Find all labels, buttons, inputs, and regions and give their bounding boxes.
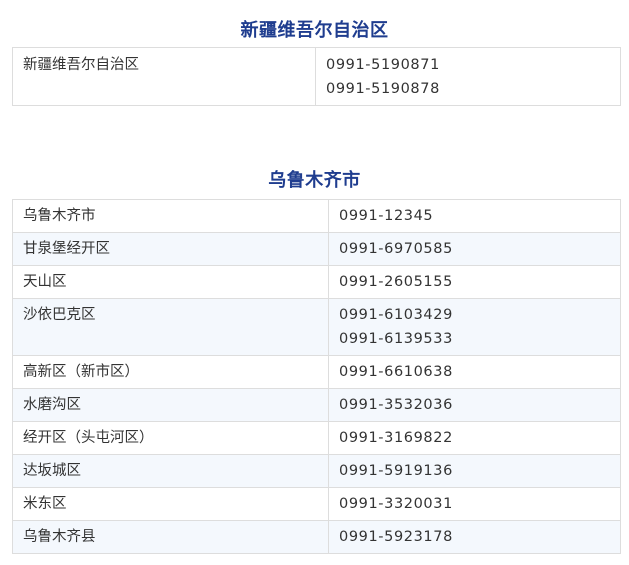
table-row: 达坂城区 0991-5919136 — [12, 454, 621, 488]
phone-number: 0991-5190871 — [326, 57, 440, 73]
phone-number: 0991-5190878 — [326, 81, 440, 97]
district-name-cell: 甘泉堡经开区 — [12, 232, 329, 266]
district-name-cell: 乌鲁木齐县 — [12, 520, 329, 554]
district-name-cell: 高新区（新市区） — [12, 355, 329, 389]
phone-cell: 0991-5190871 0991-5190878 — [315, 47, 621, 106]
phone-cell: 0991-5923178 — [328, 520, 621, 554]
table-row: 水磨沟区 0991-3532036 — [12, 388, 621, 422]
phone-cell: 0991-6970585 — [328, 232, 621, 266]
district-name-cell: 水磨沟区 — [12, 388, 329, 422]
contact-table-urumqi: 乌鲁木齐市 0991-12345 甘泉堡经开区 0991-6970585 天山区… — [12, 199, 621, 554]
phone-cell: 0991-12345 — [328, 199, 621, 233]
district-name-cell: 米东区 — [12, 487, 329, 521]
section-title-urumqi: 乌鲁木齐市 — [268, 170, 361, 191]
section-title-xinjiang: 新疆维吾尔自治区 — [240, 20, 389, 41]
phone-cell: 0991-2605155 — [328, 265, 621, 299]
table-row: 甘泉堡经开区 0991-6970585 — [12, 232, 621, 266]
table-row: 乌鲁木齐县 0991-5923178 — [12, 520, 621, 554]
district-name-cell: 达坂城区 — [12, 454, 329, 488]
district-name-cell: 沙依巴克区 — [12, 298, 329, 356]
district-name-cell: 天山区 — [12, 265, 329, 299]
contact-table-xinjiang: 新疆维吾尔自治区 0991-5190871 0991-5190878 — [12, 47, 621, 106]
table-row: 高新区（新市区） 0991-6610638 — [12, 355, 621, 389]
district-name-cell: 乌鲁木齐市 — [12, 199, 329, 233]
phone-cell: 0991-6103429 0991-6139533 — [328, 298, 621, 356]
phone-cell: 0991-5919136 — [328, 454, 621, 488]
phone-cell: 0991-3320031 — [328, 487, 621, 521]
table-row: 沙依巴克区 0991-6103429 0991-6139533 — [12, 298, 621, 356]
table-row: 经开区（头屯河区） 0991-3169822 — [12, 421, 621, 455]
table-row: 乌鲁木齐市 0991-12345 — [12, 199, 621, 233]
table-row: 米东区 0991-3320031 — [12, 487, 621, 521]
phone-cell: 0991-3169822 — [328, 421, 621, 455]
table-row: 新疆维吾尔自治区 0991-5190871 0991-5190878 — [12, 47, 621, 106]
phone-cell: 0991-3532036 — [328, 388, 621, 422]
table-row: 天山区 0991-2605155 — [12, 265, 621, 299]
district-name-cell: 经开区（头屯河区） — [12, 421, 329, 455]
phone-cell: 0991-6610638 — [328, 355, 621, 389]
phone-number: 0991-6103429 — [339, 307, 453, 323]
region-name-cell: 新疆维吾尔自治区 — [12, 47, 316, 106]
phone-number: 0991-6139533 — [339, 331, 453, 347]
